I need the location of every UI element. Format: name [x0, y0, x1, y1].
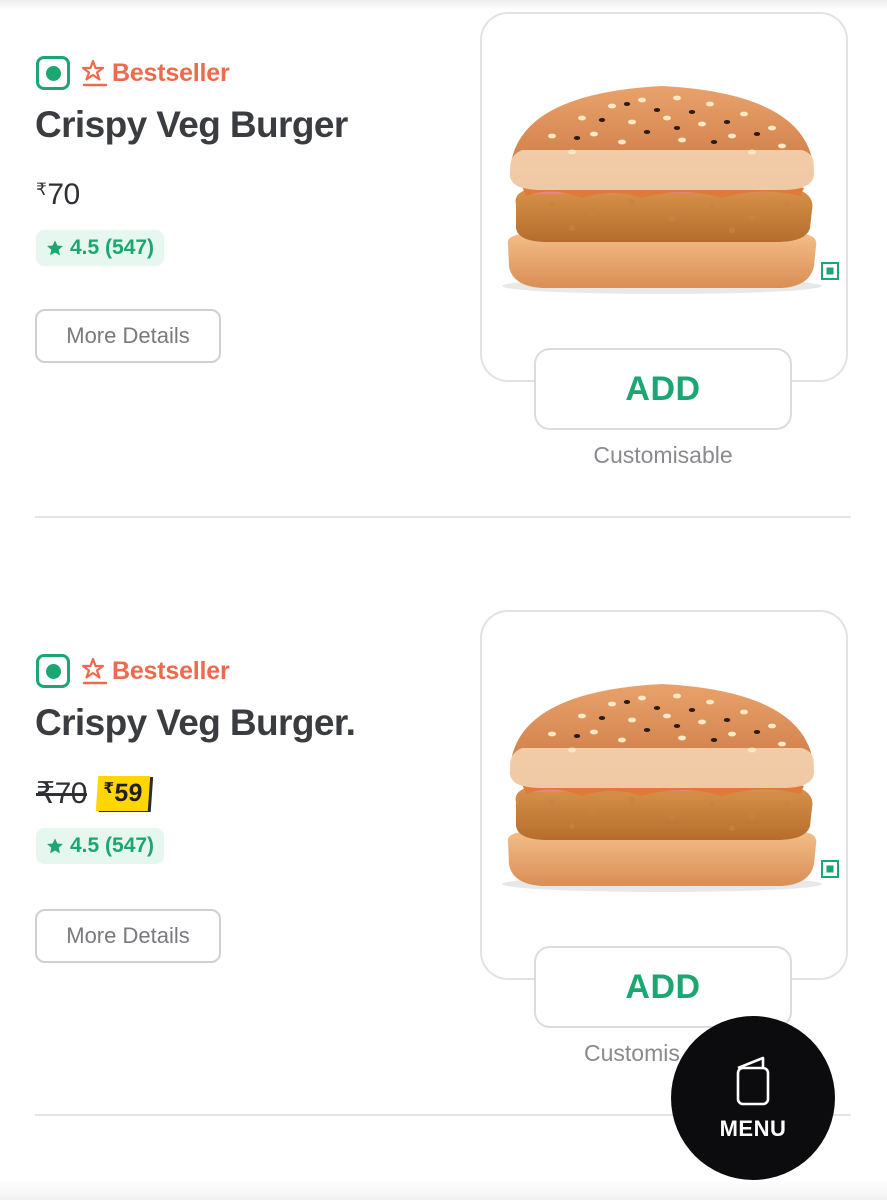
rating-badge: 4.5 (547) — [36, 828, 165, 864]
rating-value: 4.5 (547) — [70, 834, 155, 857]
more-details-button[interactable]: More Details — [35, 909, 221, 963]
rating-badge: 4.5 (547) — [36, 230, 165, 266]
star-icon — [47, 240, 63, 256]
divider — [35, 516, 851, 518]
price-row: ₹70 — [36, 178, 80, 212]
item-price: ₹70 — [36, 178, 80, 212]
menu-button[interactable]: MENU — [671, 1016, 835, 1180]
menu-label: MENU — [719, 1116, 787, 1141]
price-row: ₹70 ₹59 — [36, 776, 151, 811]
badge-row: Bestseller — [36, 56, 230, 90]
bestseller-label: Bestseller — [112, 656, 230, 685]
item-image[interactable] — [480, 12, 848, 382]
more-details-button[interactable]: More Details — [35, 309, 221, 363]
rupee-symbol: ₹ — [102, 780, 115, 797]
bestseller-badge: Bestseller — [80, 656, 230, 686]
price-value: 70 — [47, 178, 80, 211]
discounted-price-value: 59 — [113, 779, 144, 807]
bestseller-label: Bestseller — [112, 58, 230, 87]
star-icon — [47, 838, 63, 854]
item-title: Crispy Veg Burger. — [35, 702, 356, 743]
badge-row: Bestseller — [36, 654, 230, 688]
original-price: ₹70 — [36, 777, 87, 810]
bestseller-star-icon — [81, 657, 108, 685]
customisable-label: Customisable — [593, 442, 733, 468]
rupee-symbol: ₹ — [36, 180, 47, 199]
item-image[interactable] — [480, 610, 848, 980]
burger-image — [502, 684, 839, 892]
menu-page: Bestseller Crispy Veg Burger ₹70 4.5 (54… — [0, 0, 887, 1200]
bestseller-badge: Bestseller — [80, 58, 230, 88]
bottom-fade — [0, 1180, 887, 1200]
burger-image — [502, 86, 839, 294]
veg-icon — [36, 56, 70, 90]
menu-item-card: Bestseller Crispy Veg Burger ₹70 4.5 (54… — [0, 0, 887, 518]
menu-book-icon — [736, 1056, 770, 1106]
item-title: Crispy Veg Burger — [35, 104, 348, 145]
discounted-price: ₹59 — [95, 776, 151, 811]
bestseller-star-icon — [81, 59, 108, 87]
add-button[interactable]: ADD — [534, 348, 792, 430]
veg-icon — [36, 654, 70, 688]
rating-value: 4.5 (547) — [70, 236, 155, 259]
